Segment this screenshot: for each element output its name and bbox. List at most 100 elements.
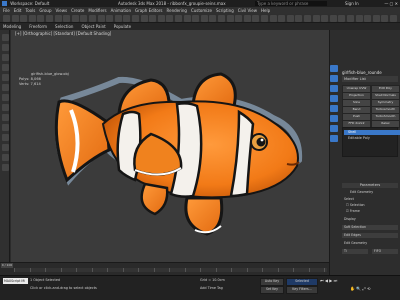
toolbar-tool-icon[interactable]	[278, 15, 286, 22]
left-tool-icon[interactable]	[1, 74, 9, 81]
toolbar-tool-icon[interactable]	[269, 15, 277, 22]
toolbar-tool-icon[interactable]	[200, 15, 208, 22]
toolbar-tool-icon[interactable]	[218, 15, 225, 22]
panel-tab-icon[interactable]	[330, 65, 338, 72]
panel-tab-icon[interactable]	[330, 75, 338, 82]
object-name-field[interactable]: girlfish-blue_rounde	[342, 70, 382, 75]
panel-tab-icon[interactable]	[330, 85, 338, 92]
menu-item-edit[interactable]: Edit	[14, 8, 22, 13]
menu-item-civil-view[interactable]: Civil View	[238, 8, 257, 13]
toolbar-tool-icon[interactable]	[295, 15, 303, 22]
panel-tab-icon[interactable]	[330, 115, 338, 122]
left-tool-icon[interactable]	[1, 34, 9, 41]
panel-tab-icon[interactable]	[330, 125, 338, 132]
selection-checkbox[interactable]: ☐ Selection	[346, 203, 365, 207]
menu-item-views[interactable]: Views	[56, 8, 68, 13]
app-icon[interactable]	[2, 1, 7, 6]
toolbar-tool-icon[interactable]	[3, 15, 10, 22]
toolbar-tool-icon[interactable]	[243, 15, 251, 22]
ribbon-tab-modeling[interactable]: Modeling	[3, 24, 21, 29]
toolbar-tool-icon[interactable]	[226, 15, 234, 22]
toolbar-tool-icon[interactable]	[157, 15, 165, 22]
auto-key-button[interactable]: Auto Key	[260, 278, 284, 286]
stack-item[interactable]: Editable Poly	[344, 136, 400, 141]
toolbar-tool-icon[interactable]	[261, 15, 268, 22]
menu-item-graph-editors[interactable]: Graph Editors	[135, 8, 162, 13]
toolbar-tool-icon[interactable]	[252, 15, 260, 22]
edit-edges-row[interactable]: Edit Edges	[342, 233, 398, 238]
toolbar-tool-icon[interactable]	[20, 15, 28, 22]
panel-tab-icon[interactable]	[330, 135, 338, 142]
toolbar-tool-icon[interactable]	[37, 15, 45, 22]
toolbar-tool-icon[interactable]	[123, 15, 131, 22]
stack-item[interactable]: Shell	[344, 130, 400, 135]
timeline[interactable]: 0 / 100	[0, 262, 329, 275]
key-filters-button[interactable]: Key Filters...	[286, 286, 318, 294]
ribbon-tab-freeform[interactable]: Freeform	[29, 24, 47, 29]
selected-filter-dropdown[interactable]: Selected	[286, 278, 318, 286]
panel-tab-icon[interactable]	[330, 95, 338, 102]
modifier-list-dropdown[interactable]: Modifier List	[342, 76, 398, 82]
left-tool-icon[interactable]	[1, 44, 9, 51]
toolbar-tool-icon[interactable]	[209, 15, 217, 22]
toolbar-tool-icon[interactable]	[329, 15, 337, 22]
menu-item-file[interactable]: File	[3, 8, 10, 13]
ribbon-tab-object-paint[interactable]: Object Paint	[81, 24, 105, 29]
toolbar-tool-icon[interactable]	[390, 15, 397, 22]
toolbar-tool-icon[interactable]	[355, 15, 363, 22]
toolbar-tool-icon[interactable]	[304, 15, 311, 22]
left-tool-icon[interactable]	[1, 94, 9, 101]
ti-button[interactable]: Ti	[342, 249, 368, 254]
toolbar-tool-icon[interactable]	[63, 15, 71, 22]
toolbar-tool-icon[interactable]	[338, 15, 346, 22]
frame-counter[interactable]: 0 / 100	[1, 263, 13, 268]
toolbar-tool-icon[interactable]	[46, 15, 53, 22]
sign-in-link[interactable]: Sign In	[345, 0, 359, 7]
maxscript-listener[interactable]: MAXScript Mi	[3, 278, 28, 284]
menu-item-create[interactable]: Create	[71, 8, 84, 13]
menu-item-animation[interactable]: Animation	[111, 8, 131, 13]
left-tool-icon[interactable]	[1, 64, 9, 71]
toolbar-tool-icon[interactable]	[54, 15, 62, 22]
toolbar-tool-icon[interactable]	[364, 15, 372, 22]
fifo-button[interactable]: FIFO	[372, 249, 398, 254]
viewport-nav-controls[interactable]: ✋ 🔍 ⤢ ⟲	[350, 286, 370, 291]
toolbar-tool-icon[interactable]	[80, 15, 88, 22]
left-tool-icon[interactable]	[1, 154, 9, 161]
ribbon-tab-populate[interactable]: Populate	[114, 24, 131, 29]
left-tool-icon[interactable]	[1, 114, 9, 121]
ribbon-tab-selection[interactable]: Selection	[55, 24, 73, 29]
left-tool-icon[interactable]	[1, 84, 9, 91]
menu-item-rendering[interactable]: Rendering	[167, 8, 187, 13]
window-controls[interactable]: — ▢ ✕	[384, 0, 398, 7]
search-field[interactable]: Type a keyword or phrase	[255, 1, 327, 6]
toolbar-tool-icon[interactable]	[106, 15, 114, 22]
toolbar-tool-icon[interactable]	[114, 15, 122, 22]
clownfish-model[interactable]	[11, 30, 329, 275]
menu-item-group[interactable]: Group	[39, 8, 51, 13]
toolbar-tool-icon[interactable]	[372, 15, 380, 22]
toolbar-tool-icon[interactable]	[28, 15, 36, 22]
toolbar-tool-icon[interactable]	[183, 15, 191, 22]
set-key-button[interactable]: Set Key	[260, 286, 284, 294]
left-tool-icon[interactable]	[1, 134, 9, 141]
toolbar-tool-icon[interactable]	[11, 15, 19, 22]
panel-tab-icon[interactable]	[330, 105, 338, 112]
toolbar-tool-icon[interactable]	[89, 15, 96, 22]
workspace-label[interactable]: Workspace: Default	[10, 1, 49, 6]
parameters-rollout[interactable]: Parameters	[342, 183, 398, 188]
toolbar-tool-icon[interactable]	[286, 15, 294, 22]
menu-item-modifiers[interactable]: Modifiers	[88, 8, 106, 13]
menu-item-scripting[interactable]: Scripting	[216, 8, 234, 13]
playback-controls[interactable]: ⏮ ◀ ▶ ⏭	[320, 278, 337, 283]
toolbar-tool-icon[interactable]	[235, 15, 243, 22]
left-tool-icon[interactable]	[1, 124, 9, 131]
toolbar-tool-icon[interactable]	[347, 15, 354, 22]
add-time-tag-button[interactable]: Add Time Tag	[200, 286, 223, 290]
menu-item-help[interactable]: Help	[261, 8, 270, 13]
toolbar-tool-icon[interactable]	[149, 15, 157, 22]
toolbar-tool-icon[interactable]	[381, 15, 389, 22]
toolbar-tool-icon[interactable]	[321, 15, 329, 22]
toolbar-tool-icon[interactable]	[192, 15, 200, 22]
left-tool-icon[interactable]	[1, 54, 9, 61]
